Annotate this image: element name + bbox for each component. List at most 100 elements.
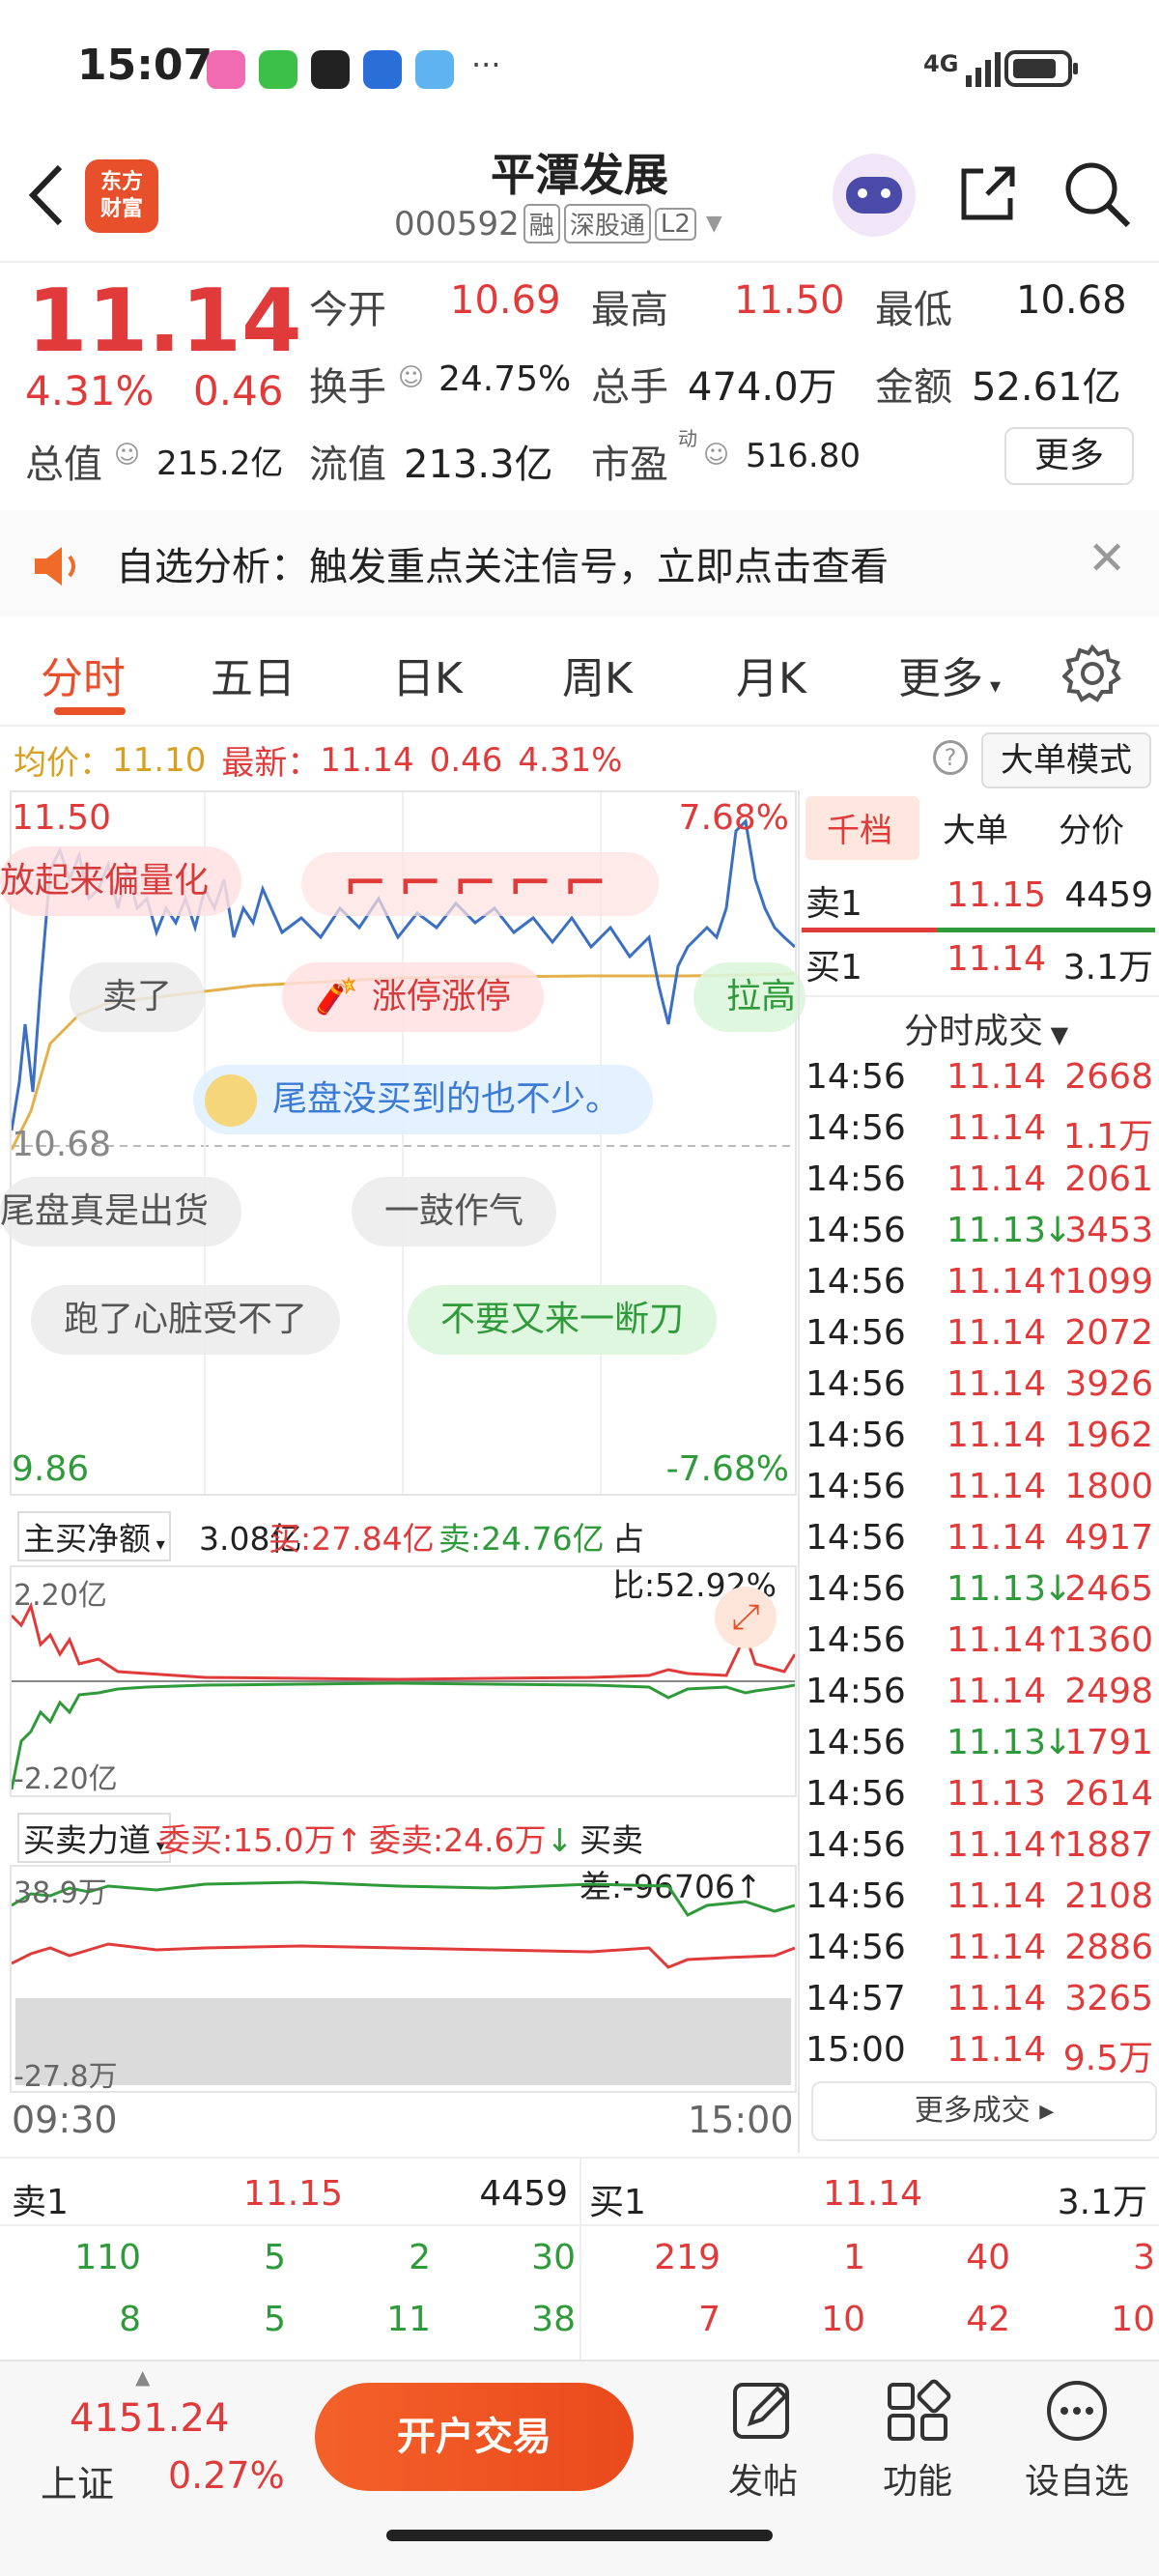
signal-icon <box>966 52 1001 87</box>
period-tabs: 分时 五日 日K 周K 月K 更多 ▾ <box>0 618 1159 727</box>
volume-value: 474.0万 <box>688 365 837 410</box>
book-buy-vol: 3.1万 <box>1057 2183 1147 2222</box>
notice-bar[interactable]: 自选分析：触发重点关注信号，立即点击查看 ✕ <box>0 510 1159 616</box>
trade-detail-panel: 千档 大单 分价 卖1 11.15 4459 买1 11.14 3.1万 分时成… <box>802 790 1159 2153</box>
comment-bubble[interactable]: 拉高 <box>693 962 806 1032</box>
intraday-chart[interactable]: 11.50 7.68% 10.68 放起来偏量化 ⌐⌐⌐⌐⌐ 卖了 🧨 涨停涨停 … <box>0 790 806 1496</box>
collapse-arrow-icon[interactable]: ▲ <box>135 2365 150 2389</box>
tab-five-day[interactable]: 五日 <box>211 644 296 705</box>
tick-price: 11.13 <box>947 1774 1047 1814</box>
tick-row: 14:56 11.13 ↓ 3453 <box>806 1211 1153 1262</box>
open-label: 今开 <box>309 288 386 332</box>
wechat-icon <box>259 50 297 89</box>
expand-icon[interactable]: ⤢ <box>715 1587 777 1648</box>
y-top-price: 11.50 <box>12 798 112 838</box>
comment-bubble[interactable]: 卖了 <box>70 962 206 1032</box>
net-flow-header: 主买净额 ▾ 3.08亿 买:27.84亿 卖:24.76亿 占比:52.92% <box>10 1498 797 1604</box>
index-pct[interactable]: 0.27% <box>168 2454 285 2497</box>
comment-bubble[interactable]: 放起来偏量化 <box>0 846 242 916</box>
tick-volume: 1800 <box>1064 1467 1153 1506</box>
tick-volume: 1360 <box>1064 1620 1153 1660</box>
soul-icon <box>311 50 350 89</box>
rising-flags-decoration: ⌐⌐⌐⌐⌐ <box>301 852 659 916</box>
tick-volume: 2465 <box>1064 1569 1153 1609</box>
robot-assistant-icon[interactable] <box>833 154 916 237</box>
share-icon[interactable] <box>954 159 1022 227</box>
tick-volume: 2614 <box>1064 1774 1153 1814</box>
tick-time: 14:56 <box>806 1159 906 1199</box>
index-value[interactable]: 4151.24 <box>70 2396 229 2441</box>
post-nav[interactable]: 发帖 <box>715 2377 811 2504</box>
tab-weekly-k[interactable]: 周K <box>562 644 633 705</box>
tick-time: 14:56 <box>806 1825 906 1865</box>
net-flow-y-top: 2.20亿 <box>14 1579 107 1613</box>
comment-bubble[interactable]: 尾盘没买到的也不少。 <box>193 1065 654 1134</box>
comment-bubble[interactable]: 一鼓作气 <box>352 1177 557 1246</box>
book-cell: 110 <box>74 2238 141 2277</box>
net-flow-chart: 2.20亿 -2.20亿 ⤢ <box>10 1565 797 1797</box>
tab-price-breakdown[interactable]: 分价 <box>1059 804 1124 851</box>
close-icon[interactable]: ✕ <box>1088 531 1126 586</box>
tick-price: 11.14 <box>947 1620 1047 1660</box>
tick-volume: 2061 <box>1064 1159 1153 1199</box>
customize-watchlist-nav[interactable]: 设自选 <box>1014 2377 1140 2504</box>
stock-code-line[interactable]: 000592 融 深股通 L2 ▼ <box>394 204 722 243</box>
book-cell: 219 <box>654 2238 721 2277</box>
tick-time: 14:56 <box>806 1672 906 1711</box>
book-sell-grid: 110 5 2 30 8 5 11 38 <box>0 2238 580 2361</box>
big-order-mode-button[interactable]: 大单模式 <box>981 732 1151 788</box>
connect-tag: 深股通 <box>563 204 651 243</box>
tick-price: 11.14 <box>947 1467 1047 1506</box>
tick-row: 14:56 11.14 2061 <box>806 1159 1153 1211</box>
tick-time: 14:56 <box>806 1518 906 1558</box>
tick-price: 11.14 <box>947 1416 1047 1455</box>
y-bottom-price: 9.86 <box>12 1449 90 1489</box>
comment-bubble[interactable]: 不要又来一断刀 <box>408 1285 718 1355</box>
gear-icon[interactable] <box>1062 644 1122 703</box>
tick-volume: 3265 <box>1064 1979 1153 2018</box>
tick-price: 11.14 <box>947 1518 1047 1558</box>
more-button[interactable]: 更多 <box>1004 427 1134 485</box>
open-account-trade-button[interactable]: 开户交易 <box>315 2383 634 2491</box>
post-label: 发帖 <box>727 2462 798 2502</box>
tick-row: 14:56 11.14 1.1万 <box>806 1108 1153 1159</box>
index-name[interactable]: 上证 <box>41 2454 114 2507</box>
book-cell: 7 <box>698 2300 721 2339</box>
firecracker-icon: 🧨 <box>315 977 358 1016</box>
tick-volume: 1.1万 <box>1062 1117 1153 1157</box>
tick-row: 14:56 11.14 3926 <box>806 1364 1153 1416</box>
features-nav[interactable]: 功能 <box>869 2377 966 2504</box>
info-icon[interactable]: ☺ <box>398 363 424 392</box>
tick-volume: 4917 <box>1064 1518 1153 1558</box>
home-indicator[interactable] <box>386 2530 773 2541</box>
tick-price: 11.14 <box>947 1108 1047 1148</box>
ticks-title[interactable]: 分时成交 ▼ <box>904 1003 1068 1053</box>
tick-row: 14:56 11.14 2886 <box>806 1928 1153 1979</box>
more-ticks-button[interactable]: 更多成交 ▸ <box>811 2081 1157 2141</box>
help-icon[interactable]: ? <box>933 740 968 775</box>
tick-volume: 2668 <box>1064 1057 1153 1097</box>
tab-order-book[interactable]: 千档 <box>827 804 892 851</box>
book-buy-grid: 219 1 40 3 7 10 42 10 <box>581 2238 1159 2361</box>
net-flow-selector[interactable]: 主买净额 ▾ <box>17 1511 171 1561</box>
comment-bubble[interactable]: 尾盘真是出货 <box>0 1177 242 1246</box>
tab-daily-k[interactable]: 日K <box>392 644 463 705</box>
search-icon[interactable] <box>1060 157 1134 231</box>
tab-monthly-k[interactable]: 月K <box>736 644 806 705</box>
force-chart: 38.9万 -27.8万 <box>10 1865 797 2094</box>
low-value: 10.68 <box>1016 278 1127 323</box>
tab-more[interactable]: 更多 ▾ <box>898 644 1001 705</box>
tick-volume: 2886 <box>1064 1928 1153 1967</box>
book-cell: 11 <box>386 2300 431 2339</box>
time-start: 09:30 <box>12 2099 118 2141</box>
y-bottom-pct: -7.68% <box>665 1449 789 1489</box>
tab-big-orders[interactable]: 大单 <box>943 804 1008 851</box>
comment-bubble[interactable]: 跑了心脏受不了 <box>31 1285 341 1355</box>
book-row-divider <box>0 2224 1159 2226</box>
tab-intraday[interactable]: 分时 <box>41 644 126 705</box>
info-icon[interactable]: ☺ <box>703 441 729 470</box>
tick-time: 14:56 <box>806 1211 906 1250</box>
comment-bubble[interactable]: 🧨 涨停涨停 <box>282 962 544 1032</box>
force-selector[interactable]: 买卖力道 ▾ <box>17 1813 171 1863</box>
info-icon[interactable]: ☺ <box>114 441 140 470</box>
